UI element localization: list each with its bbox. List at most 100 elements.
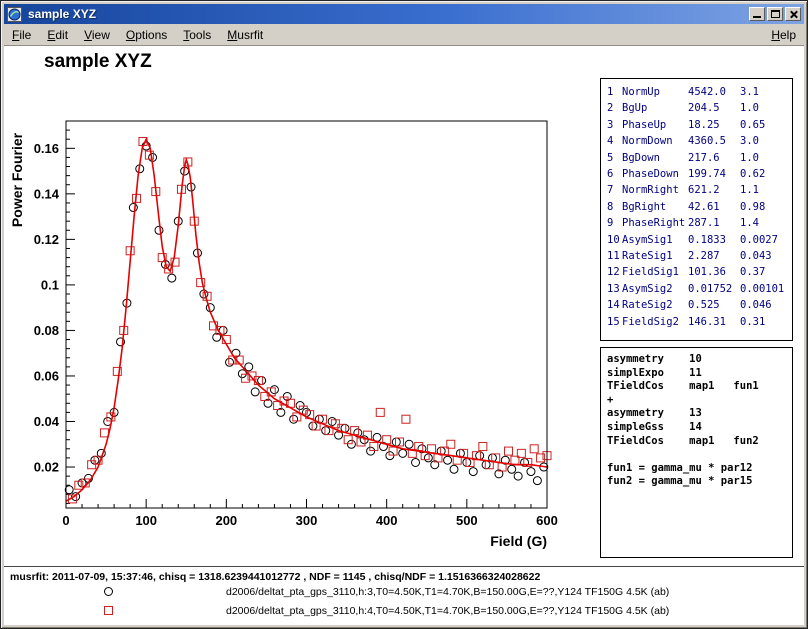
legend-label: d2006/deltat_pta_gps_3110,h:4,T0=4.50K,T… <box>226 605 669 617</box>
minimize-icon <box>753 16 761 18</box>
param-value: 287.1 <box>688 215 740 231</box>
maximize-icon <box>771 10 780 18</box>
param-row: 13AsymSig20.017520.00101 <box>607 281 786 297</box>
param-value: 101.36 <box>688 264 740 280</box>
param-error: 1.0 <box>740 150 786 166</box>
menu-item-tools[interactable]: Tools <box>175 25 219 45</box>
param-name: AsymSig2 <box>622 281 688 297</box>
param-no: 14 <box>607 297 622 313</box>
param-no: 2 <box>607 100 622 116</box>
param-row: 1NormUp4542.03.1 <box>607 84 786 100</box>
param-row: 4NormDown4360.53.0 <box>607 133 786 149</box>
svg-text:100: 100 <box>135 513 157 528</box>
param-error: 0.00101 <box>740 281 786 297</box>
app-icon[interactable] <box>7 7 22 22</box>
menu-item-file[interactable]: File <box>4 25 39 45</box>
param-error: 0.0027 <box>740 232 786 248</box>
theory-line: TFieldCos map1 fun2 <box>607 435 786 449</box>
param-row: 3PhaseUp18.250.65 <box>607 117 786 133</box>
param-value: 0.525 <box>688 297 740 313</box>
svg-text:Power Fourier: Power Fourier <box>9 132 25 227</box>
svg-text:200: 200 <box>215 513 237 528</box>
param-name: RateSig1 <box>622 248 688 264</box>
theory-line: fun2 = gamma_mu * par15 <box>607 475 786 489</box>
fourier-power-chart: 01002003004005006000.020.040.060.080.10.… <box>4 68 604 590</box>
svg-text:0.14: 0.14 <box>34 186 60 201</box>
svg-text:0.08: 0.08 <box>34 323 59 338</box>
close-button[interactable] <box>785 7 801 21</box>
param-name: BgUp <box>622 100 688 116</box>
legend-entry: d2006/deltat_pta_gps_3110,h:3,T0=4.50K,T… <box>4 583 804 602</box>
param-error: 3.1 <box>740 84 786 100</box>
svg-text:0.16: 0.16 <box>34 141 59 156</box>
param-no: 12 <box>607 264 622 280</box>
param-row: 5BgDown217.61.0 <box>607 150 786 166</box>
param-error: 0.65 <box>740 117 786 133</box>
close-icon <box>786 8 800 20</box>
param-error: 3.0 <box>740 133 786 149</box>
param-no: 6 <box>607 166 622 182</box>
param-no: 8 <box>607 199 622 215</box>
minimize-button[interactable] <box>749 7 765 21</box>
theory-line: simpleGss 14 <box>607 421 786 435</box>
menu-item-help[interactable]: Help <box>763 25 804 45</box>
param-row: 11RateSig12.2870.043 <box>607 248 786 264</box>
param-no: 7 <box>607 182 622 198</box>
param-no: 15 <box>607 314 622 330</box>
param-value: 0.01752 <box>688 281 740 297</box>
param-name: PhaseRight <box>622 215 688 231</box>
param-value: 42.61 <box>688 199 740 215</box>
param-name: BgDown <box>622 150 688 166</box>
menu-item-musrfit[interactable]: Musrfit <box>219 25 271 45</box>
window-title: sample XYZ <box>26 7 745 21</box>
param-no: 10 <box>607 232 622 248</box>
param-value: 621.2 <box>688 182 740 198</box>
param-name: PhaseDown <box>622 166 688 182</box>
theory-line <box>607 448 786 462</box>
param-value: 4360.5 <box>688 133 740 149</box>
menu-item-edit[interactable]: Edit <box>39 25 76 45</box>
param-no: 3 <box>607 117 622 133</box>
maximize-button[interactable] <box>767 7 783 21</box>
fit-status-line: musrfit: 2011-07-09, 15:37:46, chisq = 1… <box>4 567 804 583</box>
param-name: RateSig2 <box>622 297 688 313</box>
plot-canvas[interactable]: sample XYZ 01002003004005006000.020.040.… <box>4 46 804 625</box>
menu-item-view[interactable]: View <box>76 25 118 45</box>
window-controls <box>749 7 801 21</box>
param-error: 1.0 <box>740 100 786 116</box>
param-name: NormRight <box>622 182 688 198</box>
svg-text:0.04: 0.04 <box>34 414 60 429</box>
param-no: 1 <box>607 84 622 100</box>
param-value: 2.287 <box>688 248 740 264</box>
param-name: AsymSig1 <box>622 232 688 248</box>
parameters-panel[interactable]: 1NormUp4542.03.12BgUp204.51.03PhaseUp18.… <box>600 78 793 341</box>
theory-panel[interactable]: asymmetry 10simplExpo 11TFieldCos map1 f… <box>600 347 793 558</box>
param-value: 204.5 <box>688 100 740 116</box>
app-window: sample XYZ FileEditViewOptionsToolsMusrf… <box>0 0 808 629</box>
param-no: 9 <box>607 215 622 231</box>
param-no: 4 <box>607 133 622 149</box>
menu-items: FileEditViewOptionsToolsMusrfit <box>4 25 271 45</box>
svg-text:500: 500 <box>456 513 478 528</box>
param-row: 2BgUp204.51.0 <box>607 100 786 116</box>
param-error: 0.043 <box>740 248 786 264</box>
legend-entry: d2006/deltat_pta_gps_3110,h:4,T0=4.50K,T… <box>4 602 804 621</box>
svg-text:300: 300 <box>296 513 318 528</box>
theory-line: + <box>607 394 786 408</box>
param-row: 7NormRight621.21.1 <box>607 182 786 198</box>
param-name: BgRight <box>622 199 688 215</box>
param-name: FieldSig1 <box>622 264 688 280</box>
title-bar[interactable]: sample XYZ <box>4 4 804 24</box>
footer: musrfit: 2011-07-09, 15:37:46, chisq = 1… <box>4 566 804 625</box>
param-name: NormDown <box>622 133 688 149</box>
svg-text:0.02: 0.02 <box>34 460 59 475</box>
param-value: 199.74 <box>688 166 740 182</box>
param-value: 4542.0 <box>688 84 740 100</box>
svg-text:0: 0 <box>62 513 69 528</box>
param-no: 5 <box>607 150 622 166</box>
param-value: 217.6 <box>688 150 740 166</box>
menu-item-options[interactable]: Options <box>118 25 175 45</box>
param-row: 9PhaseRight287.11.4 <box>607 215 786 231</box>
theory-line: simplExpo 11 <box>607 367 786 381</box>
param-error: 1.4 <box>740 215 786 231</box>
